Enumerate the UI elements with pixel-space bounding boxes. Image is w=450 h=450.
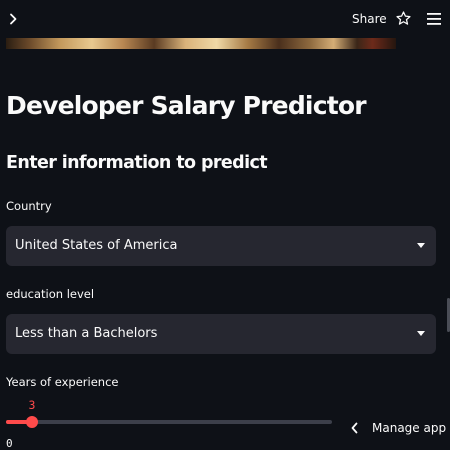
section-heading: Enter information to predict	[6, 153, 268, 173]
slider-track[interactable]	[6, 420, 332, 424]
page-title: Developer Salary Predictor	[6, 91, 367, 120]
slider-thumb[interactable]	[26, 416, 38, 428]
country-selected-value: United States of America	[15, 238, 178, 253]
toolbar: Share	[0, 0, 450, 38]
star-icon	[396, 11, 411, 25]
country-select[interactable]: United States of America	[6, 226, 436, 266]
education-selected-value: Less than a Bachelors	[15, 326, 158, 341]
education-label: education level	[6, 287, 95, 301]
chevron-right-icon	[10, 13, 17, 25]
share-button[interactable]: Share	[352, 10, 387, 28]
experience-slider[interactable]: 3 0	[6, 396, 332, 450]
hamburger-menu-icon	[427, 13, 441, 25]
main-menu-button[interactable]	[427, 11, 441, 25]
chevron-left-icon	[351, 422, 358, 434]
education-select[interactable]: Less than a Bachelors	[6, 314, 436, 354]
chevron-down-icon	[417, 243, 425, 248]
slider-min-label: 0	[6, 437, 13, 450]
app-page: Share Developer Salary Predictor Enter i…	[0, 0, 450, 450]
country-label: Country	[6, 199, 52, 213]
header-image	[6, 38, 396, 49]
experience-label: Years of experience	[6, 375, 119, 389]
favorite-button[interactable]	[395, 10, 412, 27]
expand-sidebar-button[interactable]	[6, 9, 20, 29]
chevron-down-icon	[417, 331, 425, 336]
slider-current-value: 3	[28, 398, 36, 412]
manage-app-label: Manage app	[372, 421, 447, 435]
